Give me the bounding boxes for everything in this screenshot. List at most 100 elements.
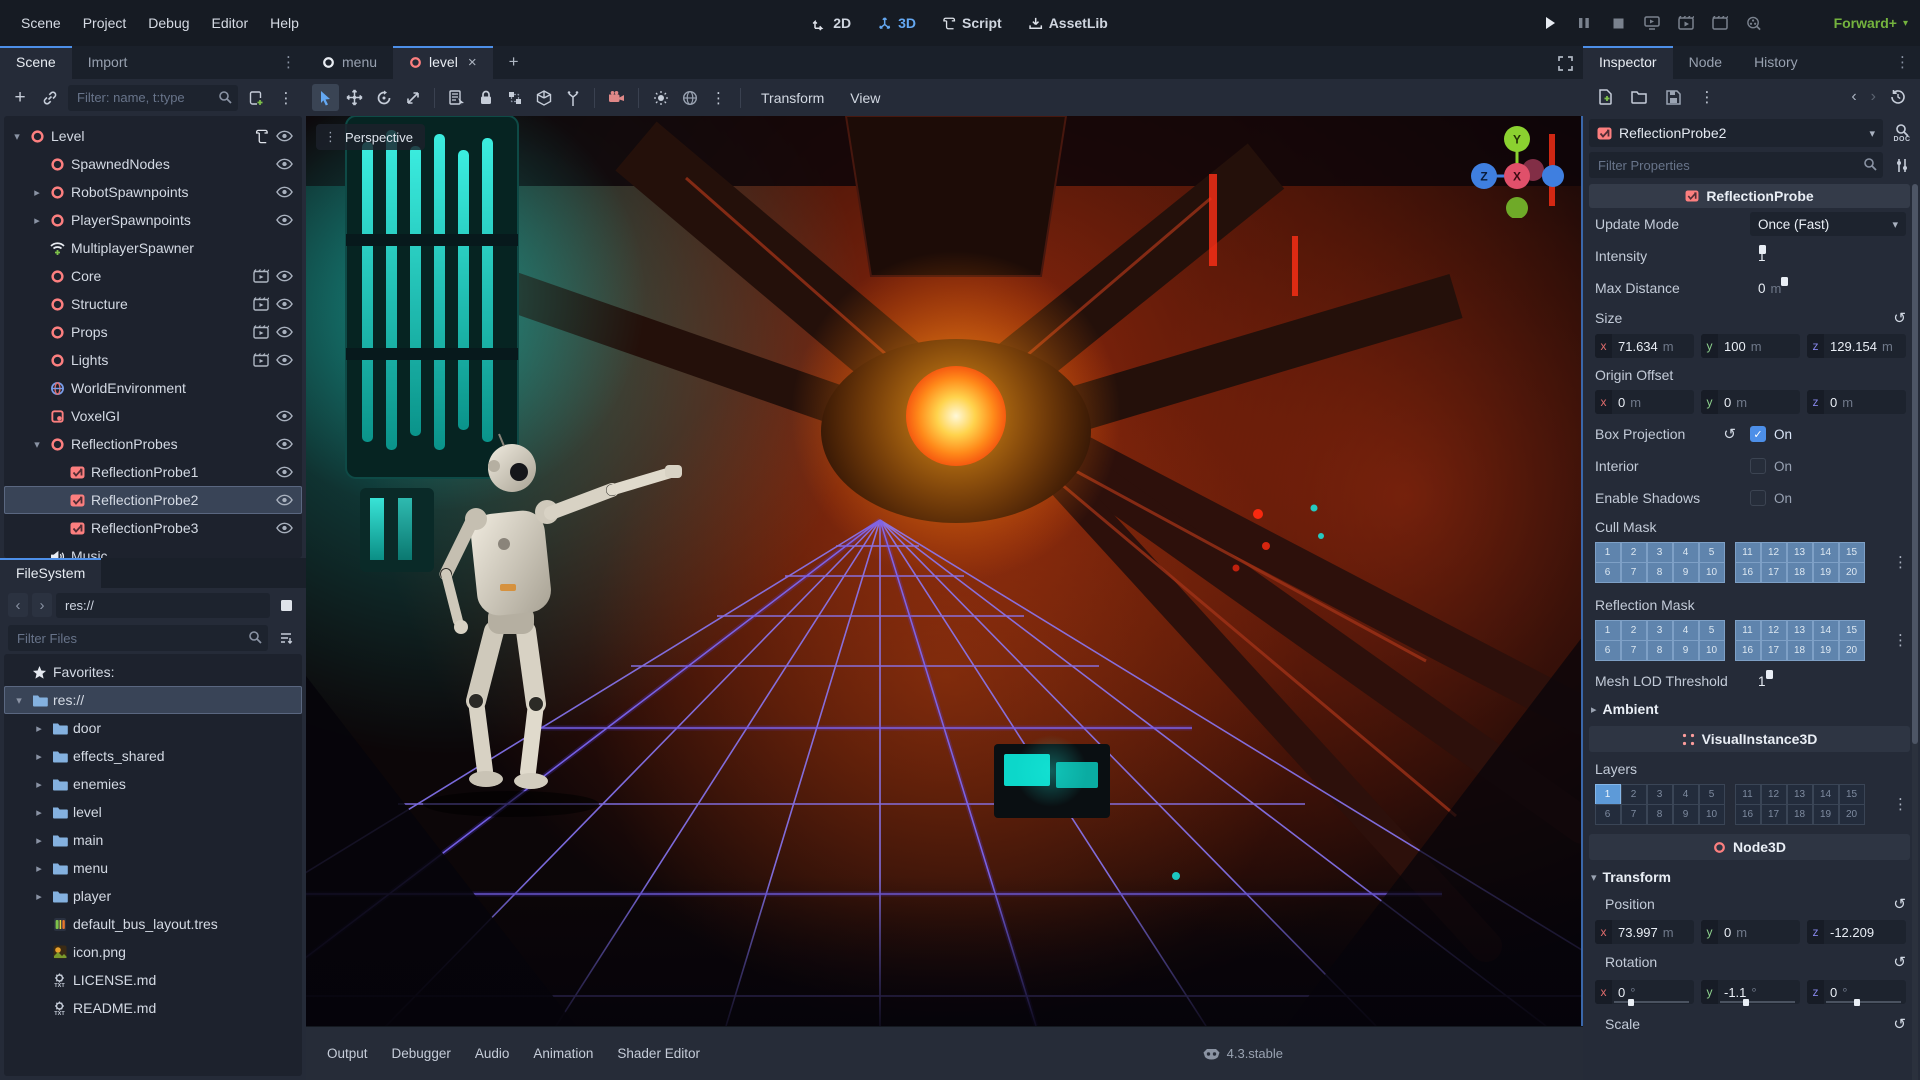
visibility-toggle-icon[interactable] (275, 323, 294, 342)
layer-12-toggle[interactable]: 12 (1760, 619, 1787, 641)
origin-z-field[interactable]: z0m (1807, 390, 1906, 414)
visibility-toggle-icon[interactable] (275, 211, 294, 230)
rotate-tool-icon[interactable] (370, 84, 397, 111)
layer-12-toggle[interactable]: 12 (1760, 541, 1787, 563)
filesystem-row[interactable]: default_bus_layout.tres (4, 910, 302, 938)
play-button[interactable] (1540, 13, 1560, 33)
scene-tree-row[interactable]: ReflectionProbe3 (4, 514, 302, 542)
size-y-field[interactable]: y 100 m (1701, 334, 1800, 358)
layer-2-toggle[interactable]: 2 (1620, 619, 1647, 641)
filesystem-row[interactable]: ▸ main (4, 826, 302, 854)
play-custom-scene-button[interactable] (1710, 13, 1730, 33)
workspace-assetlib-button[interactable]: AssetLib (1018, 10, 1118, 36)
panel-audio[interactable]: Audio (464, 1038, 521, 1069)
layer-17-toggle[interactable]: 17 (1760, 561, 1787, 583)
layer-3-toggle[interactable]: 3 (1646, 541, 1673, 563)
layer-2-toggle[interactable]: 2 (1620, 783, 1647, 805)
layer-11-toggle[interactable]: 11 (1734, 541, 1761, 563)
instance-icon[interactable] (251, 267, 270, 286)
close-icon[interactable]: × (468, 54, 477, 71)
scale-tool-icon[interactable] (399, 84, 426, 111)
dock-menu-icon[interactable]: ⋮ (281, 53, 306, 79)
panel-debugger[interactable]: Debugger (381, 1038, 462, 1069)
layer-6-toggle[interactable]: 6 (1594, 639, 1621, 661)
layer-4-toggle[interactable]: 4 (1672, 783, 1699, 805)
node3d-section-header[interactable]: Node3D (1589, 834, 1910, 860)
interior-checkbox[interactable] (1750, 458, 1766, 474)
layer-8-toggle[interactable]: 8 (1646, 639, 1673, 661)
max-distance-field[interactable]: 0m (1750, 277, 1906, 296)
layer-5-toggle[interactable]: 5 (1698, 783, 1725, 805)
tab-node[interactable]: Node (1673, 46, 1738, 79)
filesystem-row[interactable]: TXT LICENSE.md (4, 966, 302, 994)
scene-tab-menu[interactable]: menu (306, 46, 393, 79)
axis-gizmo[interactable]: Y Z X (1471, 122, 1567, 218)
save-button[interactable] (1661, 85, 1685, 109)
layer-1-toggle[interactable]: 1 (1594, 783, 1621, 805)
menu-help[interactable]: Help (259, 9, 310, 37)
inspector-scrollbar-thumb[interactable] (1912, 184, 1918, 744)
layer-14-toggle[interactable]: 14 (1812, 619, 1839, 641)
tab-filesystem[interactable]: FileSystem (0, 558, 102, 588)
tree-chevron-icon[interactable]: ▸ (32, 778, 46, 791)
viewport-menu-icon[interactable]: ⋮ (705, 84, 732, 111)
rotation-x-field[interactable]: x 0 ° (1595, 980, 1694, 1006)
layer-20-toggle[interactable]: 20 (1838, 803, 1865, 825)
layer-6-toggle[interactable]: 6 (1594, 803, 1621, 825)
scene-tree-row[interactable]: ▾ Level (4, 122, 302, 150)
filesystem-row[interactable]: ▸ effects_shared (4, 742, 302, 770)
move-tool-icon[interactable] (341, 84, 368, 111)
scene-tree-row[interactable]: Lights (4, 346, 302, 374)
layer-17-toggle[interactable]: 17 (1760, 639, 1787, 661)
scene-tab-level[interactable]: level × (393, 46, 493, 79)
scene-tree-row[interactable]: Props (4, 318, 302, 346)
panel-shader-editor[interactable]: Shader Editor (606, 1038, 711, 1069)
visibility-toggle-icon[interactable] (275, 519, 294, 538)
split-mode-icon[interactable] (274, 593, 298, 617)
visibility-toggle-icon[interactable] (275, 407, 294, 426)
snap-icon[interactable] (530, 84, 557, 111)
layer-3-toggle[interactable]: 3 (1646, 619, 1673, 641)
visibility-toggle-icon[interactable] (275, 435, 294, 454)
enable-shadows-checkbox[interactable] (1750, 490, 1766, 506)
tab-import[interactable]: Import (72, 46, 144, 79)
dock-menu-icon[interactable]: ⋮ (1895, 53, 1920, 79)
visibility-toggle-icon[interactable] (275, 351, 294, 370)
instance-icon[interactable] (251, 323, 270, 342)
menu-project[interactable]: Project (72, 9, 138, 37)
layer-9-toggle[interactable]: 9 (1672, 803, 1699, 825)
filesystem-row[interactable]: icon.png (4, 938, 302, 966)
pause-button[interactable] (1574, 13, 1594, 33)
tree-chevron-icon[interactable]: ▸ (32, 890, 46, 903)
tree-chevron-icon[interactable]: ▾ (30, 438, 44, 451)
transform-section[interactable]: ▾ Transform (1583, 864, 1920, 890)
layer-1-toggle[interactable]: 1 (1594, 619, 1621, 641)
tree-chevron-icon[interactable]: ▸ (32, 750, 46, 763)
scene-filter-input[interactable] (68, 84, 238, 111)
menu-editor[interactable]: Editor (201, 9, 260, 37)
scene-tree-row[interactable]: ▸ PlayerSpawnpoints (4, 206, 302, 234)
new-scene-tab-button[interactable]: + (493, 46, 535, 79)
scene-tree-row[interactable]: SpawnedNodes (4, 150, 302, 178)
layer-4-toggle[interactable]: 4 (1672, 619, 1699, 641)
layer-7-toggle[interactable]: 7 (1620, 803, 1647, 825)
nav-back-icon[interactable]: ‹ (8, 593, 28, 617)
layer-16-toggle[interactable]: 16 (1734, 803, 1761, 825)
new-resource-button[interactable] (1593, 85, 1617, 109)
layer-16-toggle[interactable]: 16 (1734, 561, 1761, 583)
ambient-section[interactable]: ▸ Ambient (1583, 696, 1920, 722)
filesystem-row[interactable]: ▾ res:// (4, 686, 302, 714)
tree-chevron-icon[interactable]: ▸ (32, 806, 46, 819)
stop-button[interactable] (1608, 13, 1628, 33)
scene-tree-row[interactable]: VoxelGI (4, 402, 302, 430)
layer-2-toggle[interactable]: 2 (1620, 541, 1647, 563)
select-tool-icon[interactable] (312, 84, 339, 111)
layer-10-toggle[interactable]: 10 (1698, 803, 1725, 825)
layer-11-toggle[interactable]: 11 (1734, 619, 1761, 641)
size-x-field[interactable]: x 71.634 m (1595, 334, 1694, 358)
history-back-icon[interactable]: ‹ (1851, 88, 1856, 106)
workspace-script-button[interactable]: Script (932, 10, 1012, 36)
tree-chevron-icon[interactable]: ▸ (32, 834, 46, 847)
mask-menu-icon[interactable]: ⋮ (1893, 795, 1912, 813)
play-scene-button[interactable] (1676, 13, 1696, 33)
